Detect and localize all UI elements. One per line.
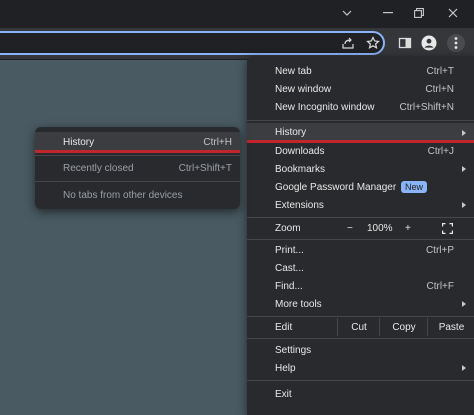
menu-item-downloads[interactable]: Downloads Ctrl+J [247, 142, 474, 160]
menu-item-label: Downloads [275, 145, 325, 157]
menu-divider [247, 239, 474, 240]
menu-item-label: New tab [275, 65, 312, 77]
menu-item-password-manager[interactable]: Google Password Manager New [247, 178, 474, 196]
title-bar [0, 0, 474, 28]
menu-item-label: Zoom [275, 222, 301, 234]
menu-divider [247, 316, 474, 317]
copy-button[interactable]: Copy [379, 318, 428, 336]
restore-icon[interactable] [408, 4, 430, 22]
close-icon[interactable] [442, 4, 464, 22]
bookmark-star-icon[interactable] [364, 34, 382, 52]
submenu-item-label: Recently closed [63, 162, 134, 174]
cut-button[interactable]: Cut [337, 318, 380, 336]
zoom-out-button[interactable]: − [347, 223, 353, 234]
history-submenu: History Ctrl+H Recently closed Ctrl+Shif… [35, 127, 240, 209]
menu-item-bookmarks[interactable]: Bookmarks [247, 160, 474, 178]
menu-divider [247, 217, 474, 218]
menu-item-shortcut: Ctrl+N [425, 83, 454, 95]
menu-item-label: History [275, 127, 307, 138]
menu-item-shortcut: Ctrl+T [426, 65, 455, 77]
menu-item-shortcut: Ctrl+J [427, 145, 454, 157]
menu-item-shortcut: Ctrl+Shift+N [399, 101, 454, 113]
menu-item-cast[interactable]: Cast... [247, 259, 474, 277]
menu-item-new-incognito-window[interactable]: New Incognito window Ctrl+Shift+N [247, 98, 474, 116]
side-panel-icon[interactable] [396, 34, 414, 52]
kebab-menu-icon[interactable] [447, 34, 465, 52]
menu-item-label: Google Password Manager [275, 181, 397, 193]
menu-item-find[interactable]: Find... Ctrl+F [247, 277, 474, 295]
submenu-item-label: History [63, 136, 95, 148]
menu-item-settings[interactable]: Settings [247, 341, 474, 359]
menu-divider [247, 338, 474, 339]
submenu-item-label: No tabs from other devices [63, 189, 183, 201]
chrome-main-menu: New tab Ctrl+T New window Ctrl+N New Inc… [247, 56, 474, 415]
submenu-item-recently-closed: Recently closed Ctrl+Shift+T [35, 159, 240, 177]
chevron-right-icon [462, 301, 466, 307]
menu-item-label: Exit [275, 388, 292, 400]
chevron-right-icon [462, 365, 466, 371]
menu-item-new-tab[interactable]: New tab Ctrl+T [247, 62, 474, 80]
profile-icon[interactable] [420, 34, 438, 52]
fullscreen-icon[interactable] [442, 223, 453, 237]
menu-item-label: Extensions [275, 199, 324, 211]
menu-item-shortcut: Ctrl+P [425, 244, 454, 256]
paste-button[interactable]: Paste [427, 318, 474, 336]
new-badge: New [401, 181, 428, 193]
menu-item-label: More tools [275, 298, 322, 310]
menu-item-label: Edit [275, 321, 293, 333]
menu-item-label: Bookmarks [275, 163, 326, 175]
menu-item-zoom: Zoom − 100% + [247, 219, 474, 237]
menu-divider [247, 380, 474, 381]
menu-item-exit[interactable]: Exit [247, 385, 474, 403]
menu-item-label: New Incognito window [275, 101, 375, 113]
menu-item-label: Settings [275, 344, 312, 356]
menu-item-label: Find... [275, 280, 303, 292]
submenu-item-shortcut: Ctrl+H [203, 136, 232, 148]
chevron-right-icon [462, 202, 466, 208]
menu-item-label: Print... [275, 244, 304, 256]
menu-item-label: Cast... [275, 262, 304, 274]
zoom-in-button[interactable]: + [405, 223, 411, 234]
chevron-down-icon[interactable] [336, 4, 358, 22]
zoom-level: 100% [367, 222, 393, 234]
menu-item-help[interactable]: Help [247, 359, 474, 377]
submenu-item-no-tabs: No tabs from other devices [35, 186, 240, 204]
menu-item-new-window[interactable]: New window Ctrl+N [247, 80, 474, 98]
minimize-icon[interactable] [377, 4, 399, 22]
address-bar[interactable] [0, 31, 385, 55]
menu-divider [247, 120, 474, 121]
highlight-underline [35, 150, 240, 153]
share-icon[interactable] [339, 34, 357, 52]
menu-item-shortcut: Ctrl+F [426, 280, 455, 292]
submenu-item-shortcut: Ctrl+Shift+T [178, 162, 232, 174]
submenu-item-history[interactable]: History Ctrl+H [35, 132, 240, 152]
menu-item-label: Help [275, 362, 296, 374]
menu-item-edit: Edit Cut Copy Paste [247, 318, 474, 336]
menu-item-print[interactable]: Print... Ctrl+P [247, 241, 474, 259]
menu-item-label: New window [275, 83, 332, 95]
menu-divider [35, 155, 240, 156]
menu-item-more-tools[interactable]: More tools [247, 295, 474, 313]
menu-item-extensions[interactable]: Extensions [247, 196, 474, 214]
chevron-right-icon [462, 166, 466, 172]
menu-divider [35, 181, 240, 182]
chevron-right-icon [462, 129, 466, 136]
